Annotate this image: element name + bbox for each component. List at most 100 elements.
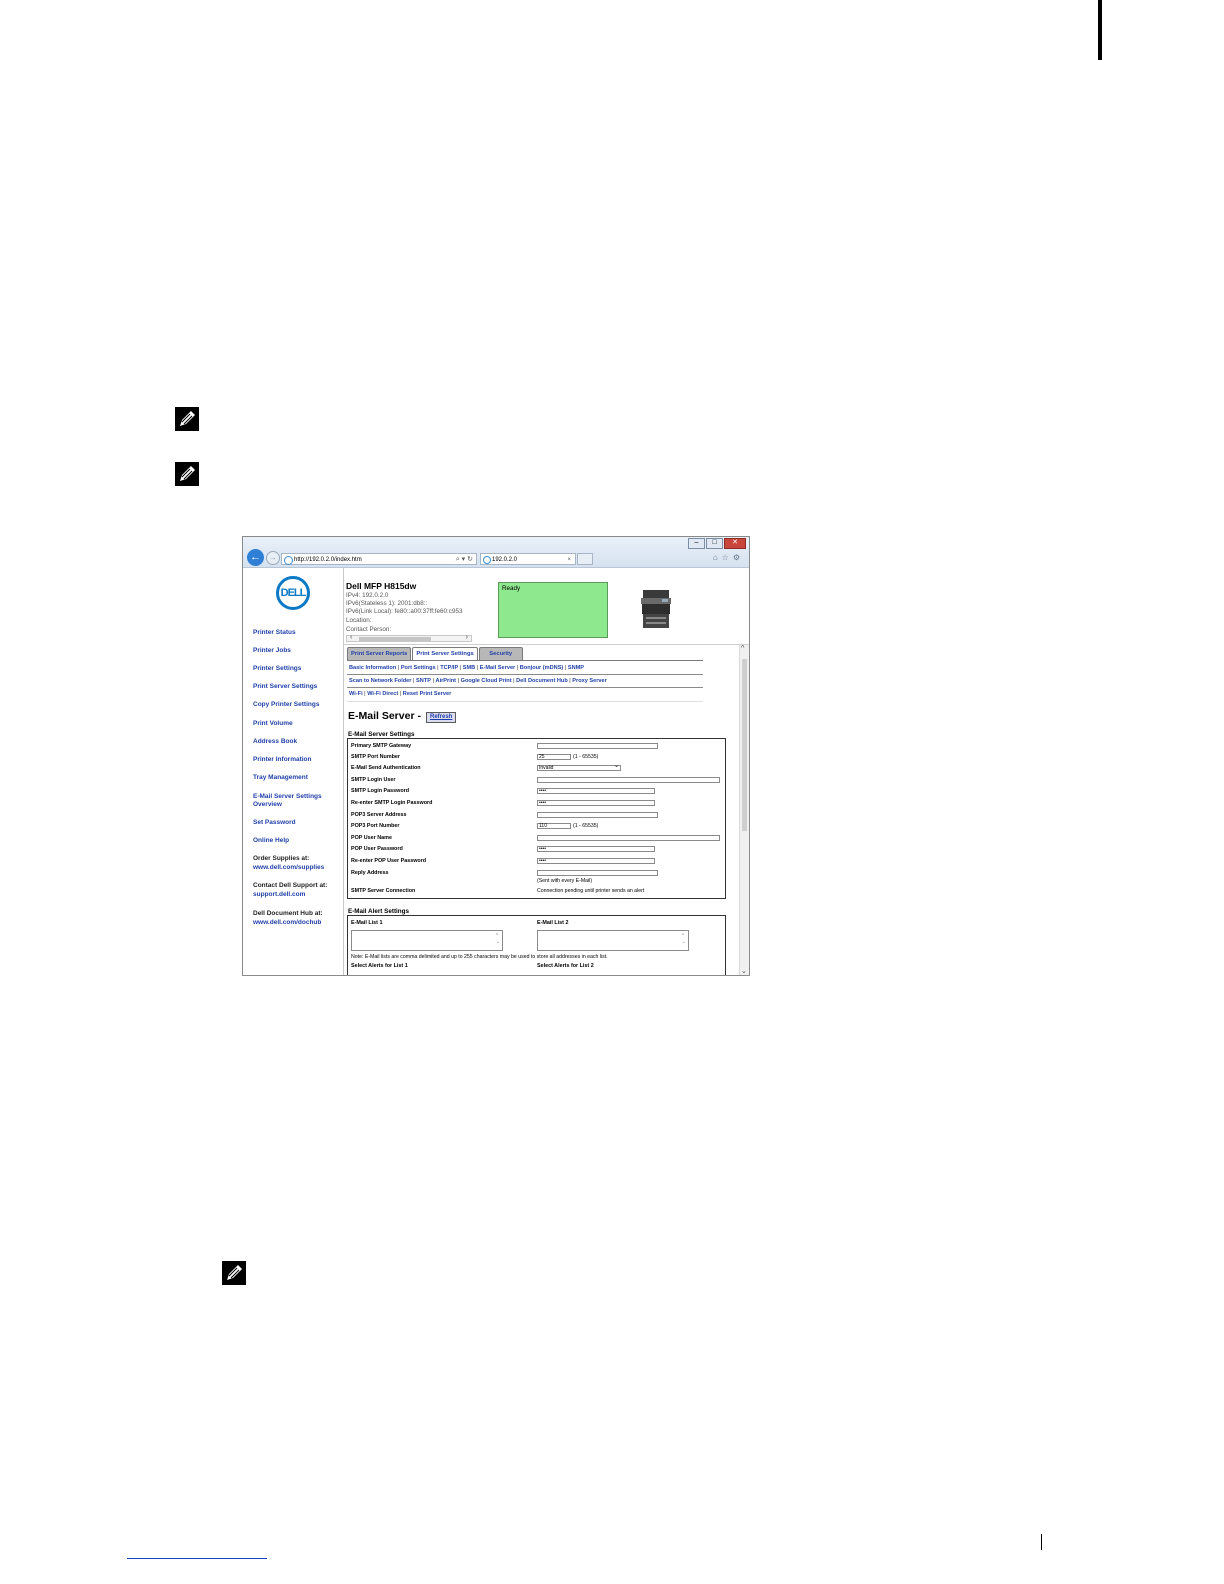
back-arrow-icon[interactable]: ← — [247, 549, 264, 566]
label-smtp-server-connection: SMTP Server Connection — [351, 888, 416, 894]
document-hub-label: Dell Document Hub at: — [253, 910, 323, 917]
reply-address-input[interactable] — [537, 870, 658, 876]
link-email-server[interactable]: E-Mail Server — [480, 665, 515, 671]
refresh-button[interactable]: Refresh — [426, 712, 457, 723]
sidebar-item-printer-jobs[interactable]: Printer Jobs — [253, 647, 291, 655]
pop-user-name-input[interactable] — [537, 835, 720, 841]
link-google-cloud-print[interactable]: Google Cloud Print — [461, 678, 512, 684]
tab-security[interactable]: Security — [478, 647, 523, 661]
sidebar-item-set-password[interactable]: Set Password — [253, 819, 296, 827]
vertical-scrollbar[interactable]: ^ ⌄ — [739, 645, 749, 975]
sidebar-item-email-server-overview[interactable]: Overview — [253, 801, 282, 809]
smtp-port-range: (1 - 65535) — [573, 754, 599, 760]
printer-icon — [641, 590, 671, 628]
link-scan-to-network-folder[interactable]: Scan to Network Folder — [349, 678, 411, 684]
scroll-left-icon[interactable]: ‹ — [350, 634, 352, 641]
pop3-port-range: (1 - 65535) — [573, 823, 599, 829]
sidebar-item-tray-management[interactable]: Tray Management — [253, 774, 308, 782]
link-port-settings[interactable]: Port Settings — [401, 665, 436, 671]
home-star-gear-icons[interactable]: ⌂☆⚙ — [713, 553, 744, 562]
link-wifi-direct[interactable]: Wi-Fi Direct — [367, 691, 398, 697]
link-airprint[interactable]: AirPrint — [436, 678, 457, 684]
primary-smtp-gateway-input[interactable] — [537, 743, 658, 749]
scroll-up-icon[interactable]: ^ — [741, 645, 744, 652]
label-email-list-1: E-Mail List 1 — [351, 920, 383, 926]
tab-print-server-settings[interactable]: Print Server Settings — [412, 647, 478, 661]
email-list-note: Note: E-Mail lists are comma delimited a… — [351, 954, 608, 960]
window-controls: – □ ✕ — [688, 538, 746, 549]
reenter-smtp-login-password-input[interactable]: •••• — [537, 800, 655, 806]
scroll-right-icon[interactable]: › — [466, 634, 468, 641]
label-reenter-pop-user-password: Re-enter POP User Password — [351, 858, 427, 864]
links-row-3: Wi-Fi | Wi-Fi Direct | Reset Print Serve… — [349, 691, 452, 697]
email-server-settings-title: E-Mail Server Settings — [348, 731, 415, 738]
reply-address-note: (Sent with every E-Mail) — [537, 878, 593, 884]
page-edge-bar — [1098, 0, 1102, 60]
link-sntp[interactable]: SNTP — [416, 678, 431, 684]
sidebar-item-printer-information[interactable]: Printer Information — [253, 756, 312, 764]
email-alert-settings-box: E-Mail List 1 E-Mail List 2 ^ ⌄ ^ ⌄ Note: … — [347, 915, 726, 975]
email-send-authentication-select[interactable]: Invalid — [537, 764, 621, 771]
horizontal-scrollbar[interactable]: ‹ › — [346, 634, 472, 642]
sidebar-item-email-server-settings[interactable]: E-Mail Server Settings — [253, 793, 322, 801]
email-list-1-textarea[interactable]: ^ ⌄ — [351, 930, 503, 951]
label-smtp-port-number: SMTP Port Number — [351, 754, 401, 760]
label-reply-address: Reply Address — [351, 870, 389, 876]
pop-user-password-input[interactable]: •••• — [537, 846, 655, 852]
email-alert-settings-title: E-Mail Alert Settings — [348, 908, 409, 915]
sidebar-item-address-book[interactable]: Address Book — [253, 738, 297, 746]
link-dell-document-hub[interactable]: Dell Document Hub — [516, 678, 568, 684]
contact-person-label: Contact Person: — [346, 626, 392, 633]
smtp-login-password-input[interactable]: •••• — [537, 788, 655, 794]
label-pop3-server-address: POP3 Server Address — [351, 812, 407, 818]
main-area: Dell MFP H815dw IPv4: 192.0.2.0 IPv6(Sta… — [344, 568, 749, 975]
smtp-port-input[interactable]: 25 — [537, 754, 571, 760]
contact-support-link[interactable]: support.dell.com — [253, 891, 305, 899]
link-basic-information[interactable]: Basic Information — [349, 665, 396, 671]
link-snmp[interactable]: SNMP — [568, 665, 584, 671]
scroll-thumb[interactable] — [359, 637, 431, 641]
sidebar-item-print-server-settings[interactable]: Print Server Settings — [253, 683, 317, 691]
tab-close-icon[interactable]: × — [567, 554, 571, 566]
link-tcpip[interactable]: TCP/IP — [440, 665, 458, 671]
minimize-icon[interactable]: – — [688, 538, 705, 549]
label-smtp-login-user: SMTP Login User — [351, 777, 396, 783]
scroll-down-icon[interactable]: ⌄ — [741, 967, 747, 975]
link-proxy-server[interactable]: Proxy Server — [572, 678, 607, 684]
order-supplies-link[interactable]: www.dell.com/supplies — [253, 864, 324, 872]
forward-arrow-icon[interactable]: → — [266, 551, 280, 565]
address-bar[interactable]: http://192.0.2.0/index.htm ⌕ ▾ ↻ — [281, 553, 477, 565]
browser-tab[interactable]: 192.0.2.0 × — [480, 553, 576, 565]
link-wifi[interactable]: Wi-Fi — [349, 691, 363, 697]
document-hub-link[interactable]: www.dell.com/dochub — [253, 919, 321, 927]
new-tab-button[interactable] — [577, 553, 593, 565]
label-pop-user-password: POP User Password — [351, 846, 403, 852]
sidebar: DELL Printer Status Printer Jobs Printer… — [243, 568, 344, 975]
label-pop-user-name: POP User Name — [351, 835, 392, 841]
sidebar-item-online-help[interactable]: Online Help — [253, 837, 289, 845]
email-list-2-textarea[interactable]: ^ ⌄ — [537, 930, 689, 951]
sidebar-item-printer-status[interactable]: Printer Status — [253, 629, 296, 637]
textarea-scroll-icon[interactable]: ^ ⌄ — [682, 933, 686, 945]
link-smb[interactable]: SMB — [463, 665, 475, 671]
pop3-port-input[interactable]: 110 — [537, 823, 571, 829]
sidebar-item-print-volume[interactable]: Print Volume — [253, 720, 293, 728]
close-icon[interactable]: ✕ — [724, 538, 746, 549]
sidebar-item-copy-printer-settings[interactable]: Copy Printer Settings — [253, 701, 319, 709]
maximize-icon[interactable]: □ — [706, 538, 723, 549]
sidebar-item-printer-settings[interactable]: Printer Settings — [253, 665, 301, 673]
address-url: http://192.0.2.0/index.htm — [294, 557, 362, 563]
note-pencil-icon — [222, 1261, 246, 1285]
smtp-login-user-input[interactable] — [537, 777, 720, 783]
footer-link-underline[interactable] — [127, 1558, 267, 1559]
link-reset-print-server[interactable]: Reset Print Server — [403, 691, 452, 697]
tab-underline — [347, 660, 703, 661]
tab-print-server-reports[interactable]: Print Server Reports — [347, 647, 412, 661]
label-reenter-smtp-login-password: Re-enter SMTP Login Password — [351, 800, 433, 806]
search-refresh-icons[interactable]: ⌕ ▾ ↻ — [456, 554, 473, 566]
link-bonjour[interactable]: Bonjour (mDNS) — [520, 665, 564, 671]
textarea-scroll-icon[interactable]: ^ ⌄ — [496, 933, 500, 945]
reenter-pop-user-password-input[interactable]: •••• — [537, 858, 655, 864]
pop3-server-address-input[interactable] — [537, 812, 658, 818]
scroll-thumb[interactable] — [742, 659, 747, 831]
